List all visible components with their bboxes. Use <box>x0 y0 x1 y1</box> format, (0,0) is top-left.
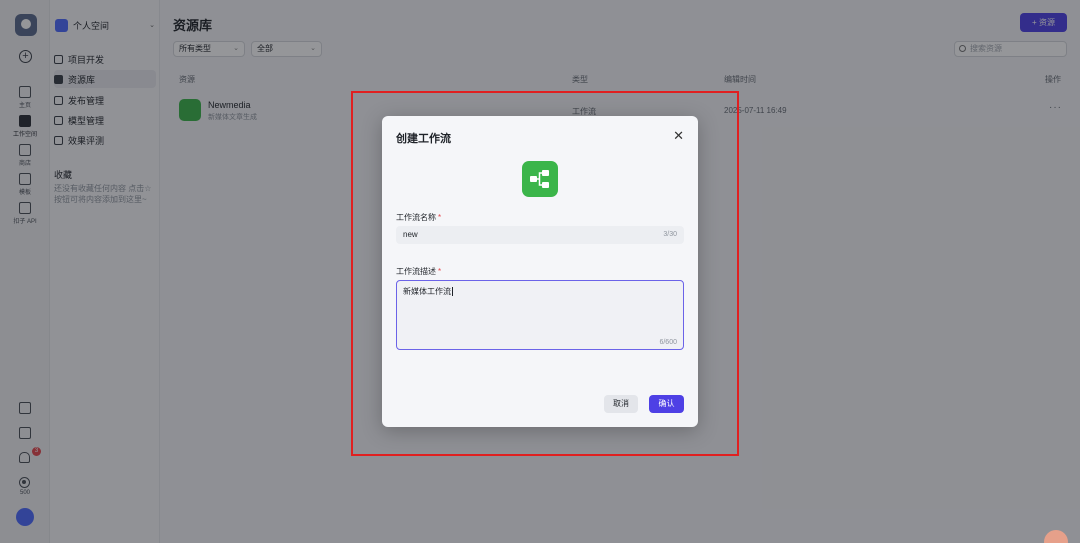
confirm-button[interactable]: 确认 <box>649 395 684 413</box>
workflow-description-textarea[interactable]: 新媒体工作流 6/600 <box>396 280 684 350</box>
cancel-button[interactable]: 取消 <box>604 395 638 413</box>
create-workflow-dialog: 创建工作流 ✕ 工作流名称 * new 3/30 工作流描述 * 新媒体工作流 6/… <box>382 116 698 427</box>
workflow-name-label: 工作流名称 * <box>396 213 442 222</box>
dialog-title: 创建工作流 <box>396 133 451 145</box>
close-icon[interactable]: ✕ <box>673 129 684 142</box>
name-char-count: 3/30 <box>663 231 677 238</box>
workflow-name-input[interactable]: new 3/30 <box>396 226 684 244</box>
description-char-count: 6/600 <box>659 339 677 346</box>
workflow-description-label: 工作流描述 * <box>396 267 442 276</box>
workflow-icon[interactable] <box>522 161 558 197</box>
